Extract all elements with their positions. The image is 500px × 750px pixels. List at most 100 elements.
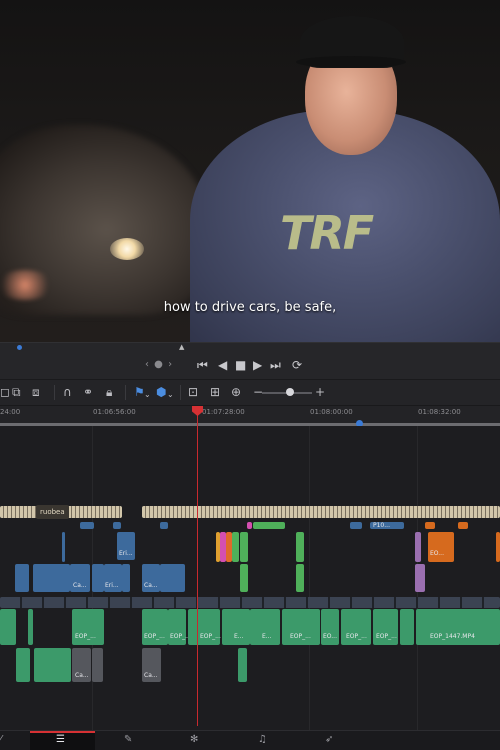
video-clip[interactable] bbox=[415, 564, 425, 592]
clip-label: Eri... bbox=[105, 582, 119, 589]
video-clip[interactable] bbox=[350, 522, 362, 529]
deliver-page-icon[interactable]: ➶ bbox=[325, 734, 333, 745]
media-page-icon[interactable]: ⁄ bbox=[0, 734, 2, 745]
clip-label: EOP_... bbox=[346, 633, 367, 640]
edit-page-icon[interactable]: ☰ bbox=[56, 734, 65, 745]
first-frame-icon[interactable]: ⏮ bbox=[197, 358, 208, 372]
dynamic-trim-icon[interactable]: ⧈ bbox=[32, 385, 40, 399]
audio-clip[interactable] bbox=[34, 648, 71, 682]
fairlight-page-icon[interactable]: ♫ bbox=[258, 734, 267, 745]
audio-clip[interactable] bbox=[238, 648, 247, 682]
video-clip[interactable] bbox=[240, 564, 248, 592]
zoom-full-icon[interactable]: ⊡ bbox=[188, 385, 198, 399]
subtitle-caption: how to drive cars, be safe, bbox=[163, 300, 337, 315]
grid-line bbox=[309, 426, 310, 730]
video-clip[interactable] bbox=[160, 522, 168, 529]
stop-icon[interactable]: ■ bbox=[235, 358, 246, 372]
clip-label: EOP_... bbox=[376, 633, 397, 640]
ruler-timecode: 01:08:00:00 bbox=[310, 408, 353, 416]
ruler-timecode: 01:06:56:00 bbox=[93, 408, 136, 416]
audio-clip[interactable] bbox=[92, 648, 103, 682]
toolbar-divider bbox=[125, 385, 126, 400]
ruler-timecode: 01:07:28:00 bbox=[202, 408, 245, 416]
hoodie-logo: TRF bbox=[280, 206, 374, 260]
video-track-v1[interactable] bbox=[0, 597, 500, 608]
clip-label: EOP_... bbox=[200, 633, 221, 640]
clip-navigation[interactable]: ‹ ● › bbox=[145, 359, 173, 370]
transport-controls: ‹ ● › ⏮ ◀ ■ ▶ ⏭ ⟳ bbox=[0, 352, 500, 380]
video-clip[interactable] bbox=[296, 532, 304, 562]
color-page-icon[interactable]: ✻ bbox=[190, 734, 198, 745]
video-clip[interactable] bbox=[232, 532, 239, 562]
viewer-scrub-bar[interactable]: ▲ bbox=[0, 342, 500, 352]
ruler-timecode: 24:00 bbox=[0, 408, 21, 416]
fusion-page-icon[interactable]: ✎ bbox=[124, 734, 132, 745]
zoom-detail-icon[interactable]: ⊞ bbox=[210, 385, 220, 399]
timeline-toolbar: ◻ ⧉ ⧈ ∩ ⚭ 🔒︎ ⚑ ⌄ ⬢ ⌄ ⊡ ⊞ ⊕ − + bbox=[0, 380, 500, 406]
flag-dropdown-icon[interactable]: ⌄ bbox=[144, 388, 151, 402]
video-viewer[interactable]: TRF how to drive cars, be safe, bbox=[0, 0, 500, 342]
clip-label: EOP_... bbox=[290, 633, 311, 640]
clip-label: Ca... bbox=[73, 582, 87, 589]
subtitle-clip-strip[interactable] bbox=[142, 506, 500, 518]
audio-clip[interactable] bbox=[400, 609, 414, 645]
video-clip[interactable] bbox=[428, 532, 454, 562]
video-clip[interactable] bbox=[247, 522, 252, 529]
zoom-custom-icon[interactable]: ⊕ bbox=[231, 385, 241, 399]
edit-mode-icon[interactable]: ◻ bbox=[0, 385, 10, 399]
loop-icon[interactable]: ⟳ bbox=[292, 358, 302, 372]
link-icon[interactable]: ⚭ bbox=[83, 385, 93, 399]
lock-icon[interactable]: 🔒︎ bbox=[106, 385, 112, 399]
marker-icon[interactable]: ⬢ bbox=[156, 385, 166, 399]
last-frame-icon[interactable]: ⏭ bbox=[270, 358, 281, 372]
ruler-timecode: 01:08:32:00 bbox=[418, 408, 461, 416]
video-clip[interactable] bbox=[240, 532, 248, 562]
video-clip[interactable] bbox=[458, 522, 468, 529]
toolbar-divider bbox=[54, 385, 55, 400]
playhead-indicator-icon: ▲ bbox=[179, 343, 185, 351]
clip-label: P10... bbox=[373, 522, 390, 529]
video-clip[interactable] bbox=[62, 532, 65, 562]
zoom-in-icon[interactable]: + bbox=[315, 385, 325, 399]
video-clip[interactable] bbox=[92, 564, 104, 592]
clip-label: EOP_... bbox=[75, 633, 96, 640]
trim-mode-icon[interactable]: ⧉ bbox=[12, 385, 21, 399]
timeline-ruler[interactable]: 24:00 01:06:56:00 01:07:28:00 01:08:00:0… bbox=[0, 406, 500, 427]
clip-label: E... bbox=[262, 633, 272, 640]
clip-label: Ca... bbox=[75, 672, 89, 679]
video-clip[interactable] bbox=[415, 532, 421, 562]
video-clip[interactable] bbox=[496, 532, 500, 562]
audio-clip[interactable] bbox=[16, 648, 30, 682]
video-clip[interactable] bbox=[80, 522, 94, 529]
clip-label: EOP_... bbox=[144, 633, 165, 640]
clip-label: Ca... bbox=[144, 672, 158, 679]
clip-label: Eri... bbox=[119, 550, 133, 557]
video-clip[interactable] bbox=[160, 564, 185, 592]
page-navigation: ⁄ ☰ ✎ ✻ ♫ ➶ bbox=[0, 730, 500, 750]
clip-label: EO... bbox=[323, 633, 337, 640]
snapping-icon[interactable]: ∩ bbox=[63, 385, 72, 399]
scrub-position-marker[interactable] bbox=[17, 345, 22, 350]
video-clip[interactable] bbox=[33, 564, 70, 592]
headlight-glow bbox=[110, 238, 144, 260]
video-clip[interactable] bbox=[296, 564, 304, 592]
play-icon[interactable]: ▶ bbox=[253, 358, 262, 372]
timeline-tracks[interactable]: ruobea P10... Eri... EO... Ca... Eri... … bbox=[0, 426, 500, 730]
audio-clip[interactable] bbox=[0, 609, 16, 645]
marker-dropdown-icon[interactable]: ⌄ bbox=[167, 388, 174, 402]
previous-frame-icon[interactable]: ◀ bbox=[218, 358, 227, 372]
video-clip[interactable] bbox=[15, 564, 29, 592]
clip-label: E... bbox=[234, 633, 244, 640]
timeline-playhead[interactable] bbox=[192, 406, 203, 726]
clip-label: EO... bbox=[430, 550, 444, 557]
video-clip[interactable] bbox=[253, 522, 285, 529]
zoom-slider-knob[interactable] bbox=[286, 388, 294, 396]
video-clip[interactable] bbox=[425, 522, 435, 529]
video-clip[interactable] bbox=[122, 564, 130, 592]
audio-clip[interactable] bbox=[28, 609, 33, 645]
toolbar-divider bbox=[180, 385, 181, 400]
subtitle-clip-label[interactable]: ruobea bbox=[36, 505, 69, 519]
video-clip[interactable] bbox=[113, 522, 121, 529]
clip-label: Ca... bbox=[144, 582, 158, 589]
resolve-app: TRF how to drive cars, be safe, ▲ ‹ ● › … bbox=[0, 0, 500, 750]
